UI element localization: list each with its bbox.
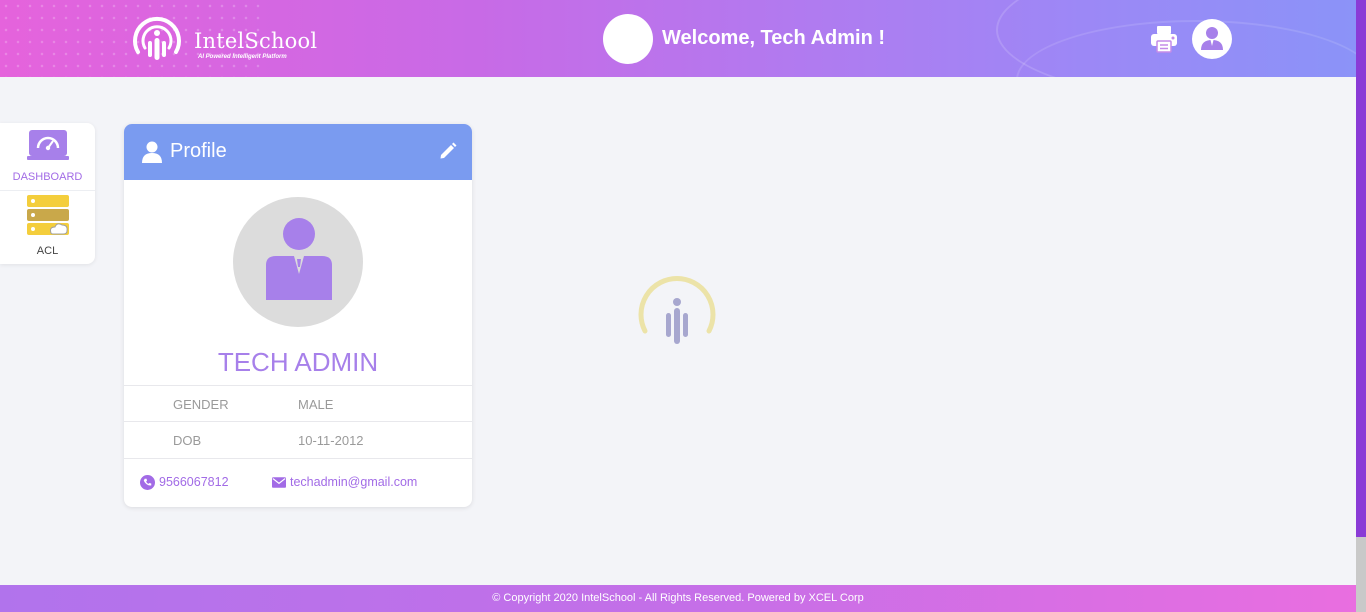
phone-link[interactable]: 9566067812 bbox=[140, 475, 229, 491]
sidebar-item-dashboard[interactable]: DASHBOARD bbox=[0, 123, 95, 191]
app-logo[interactable]: IntelSchool AI Powered Intelligent Platf… bbox=[128, 12, 318, 66]
user-silhouette-icon bbox=[1201, 27, 1223, 50]
profile-contact-row: 9566067812 techadmin@gmail.com bbox=[124, 458, 472, 507]
field-label: GENDER bbox=[173, 397, 229, 412]
sidebar-item-label: ACL bbox=[36, 245, 59, 257]
page-scrollbar[interactable] bbox=[1356, 0, 1366, 612]
person-icon bbox=[142, 141, 162, 163]
welcome-message: Welcome, Tech Admin ! bbox=[662, 27, 885, 49]
user-silhouette-icon bbox=[266, 218, 332, 300]
field-value: MALE bbox=[298, 397, 334, 412]
side-navigation: DASHBOARD ACL bbox=[0, 123, 95, 264]
dashboard-gauge-icon bbox=[27, 130, 69, 160]
copyright-text: © Copyright 2020 IntelSchool - All Right… bbox=[492, 592, 864, 604]
field-value: 10-11-2012 bbox=[298, 433, 364, 448]
phone-icon bbox=[140, 475, 155, 491]
email-link[interactable]: techadmin@gmail.com bbox=[272, 475, 417, 489]
profile-card: Profile TECH ADMIN GENDER MALE DOB 10-11… bbox=[124, 124, 472, 507]
top-header: IntelSchool AI Powered Intelligent Platf… bbox=[0, 0, 1356, 77]
edit-pencil-icon[interactable] bbox=[439, 142, 457, 160]
field-label: DOB bbox=[173, 433, 202, 448]
phone-number: 9566067812 bbox=[159, 475, 229, 489]
email-address: techadmin@gmail.com bbox=[290, 475, 418, 489]
logo-tagline: AI Powered Intelligent Platform bbox=[198, 54, 287, 60]
page-footer: © Copyright 2020 IntelSchool - All Right… bbox=[0, 585, 1356, 612]
profile-avatar bbox=[233, 197, 363, 327]
intelschool-logo-icon bbox=[133, 16, 181, 60]
welcome-avatar bbox=[603, 14, 653, 64]
logo-name: IntelSchool bbox=[194, 29, 318, 53]
profile-name: TECH ADMIN bbox=[217, 347, 379, 377]
scrollbar-thumb[interactable] bbox=[1356, 537, 1366, 612]
user-avatar-icon[interactable] bbox=[1192, 19, 1232, 59]
printer-icon[interactable] bbox=[1148, 23, 1180, 55]
profile-field-dob: DOB 10-11-2012 bbox=[124, 421, 472, 458]
loading-spinner-logo-icon bbox=[638, 276, 716, 344]
sidebar-item-label: DASHBOARD bbox=[12, 171, 83, 183]
server-cloud-icon bbox=[27, 195, 69, 235]
profile-field-gender: GENDER MALE bbox=[124, 385, 472, 422]
profile-card-header: Profile bbox=[124, 124, 472, 180]
envelope-icon bbox=[272, 477, 286, 488]
sidebar-item-acl[interactable]: ACL bbox=[0, 191, 95, 259]
profile-card-title: Profile bbox=[170, 140, 227, 162]
